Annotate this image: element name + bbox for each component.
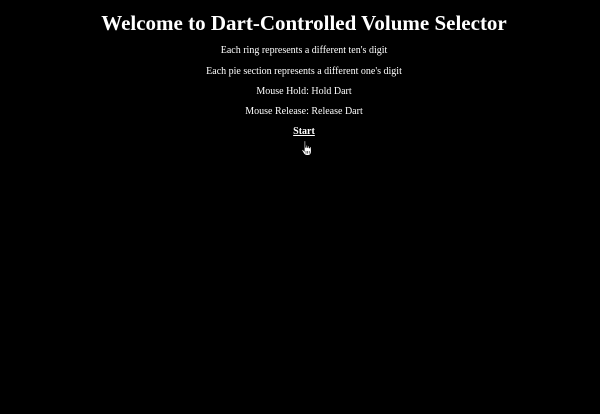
instruction-mouse-release: Mouse Release: Release Dart — [245, 106, 363, 117]
instruction-pie-sections: Each pie section represents a different … — [206, 66, 402, 77]
page-title: Welcome to Dart-Controlled Volume Select… — [101, 11, 507, 35]
instruction-mouse-hold: Mouse Hold: Hold Dart — [256, 86, 352, 97]
hand-pointer-icon — [301, 140, 313, 157]
start-link[interactable]: Start — [0, 126, 600, 138]
page-container: Welcome to Dart-Controlled Volume Select… — [0, 0, 600, 414]
instruction-rings: Each ring represents a different ten's d… — [220, 45, 388, 56]
